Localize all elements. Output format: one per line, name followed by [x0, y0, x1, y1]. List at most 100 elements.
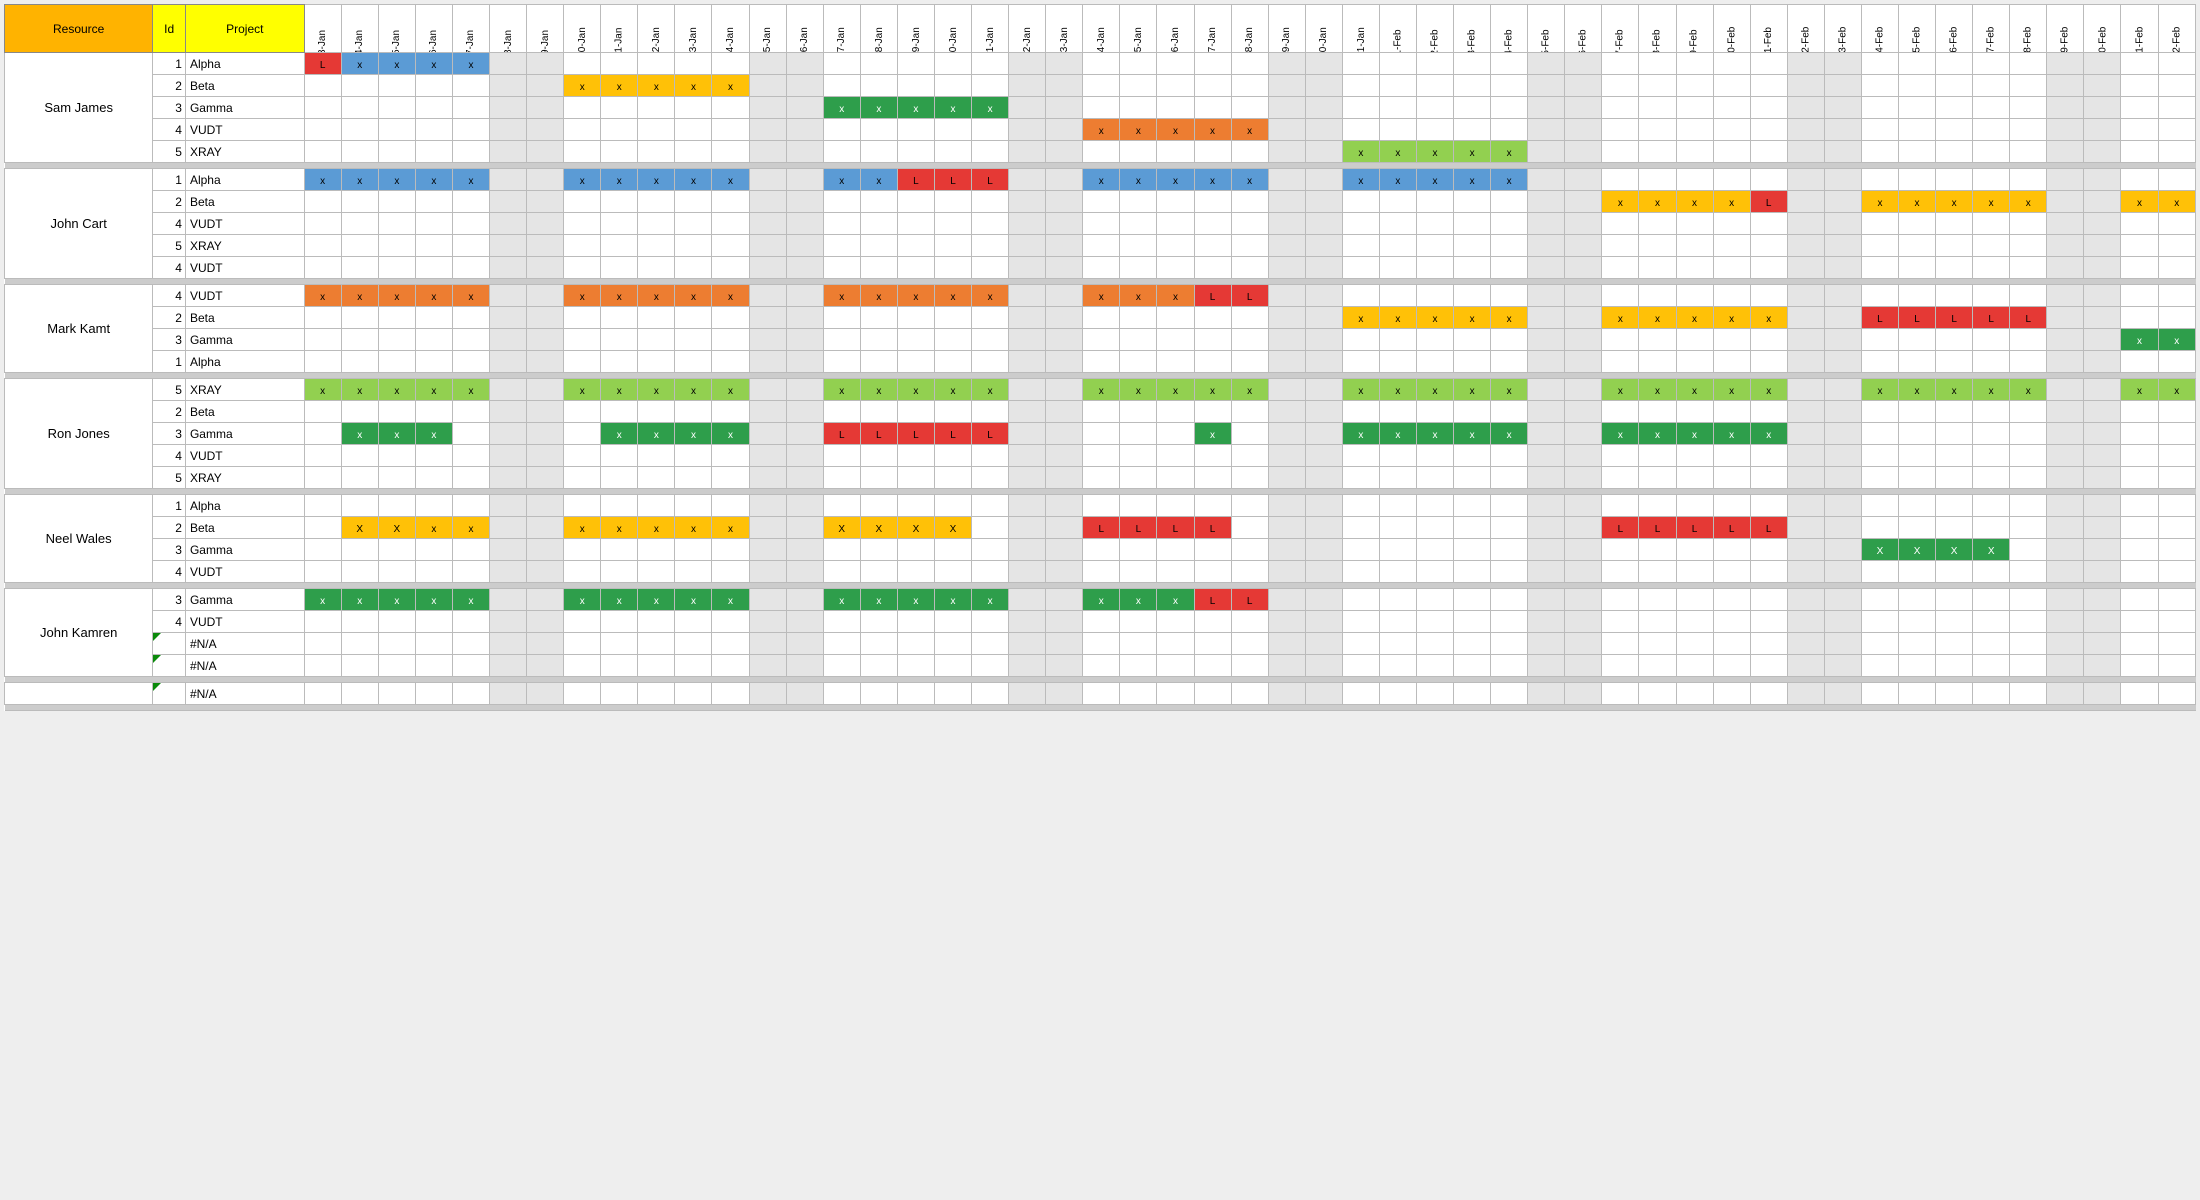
day-cell[interactable]: [415, 495, 452, 517]
day-cell[interactable]: [1009, 611, 1046, 633]
day-cell[interactable]: [1861, 53, 1898, 75]
day-cell[interactable]: [1787, 589, 1824, 611]
project-cell[interactable]: Alpha: [185, 53, 304, 75]
id-cell[interactable]: 4: [153, 257, 186, 279]
day-cell[interactable]: [1713, 539, 1750, 561]
day-cell[interactable]: [1750, 285, 1787, 307]
day-cell[interactable]: [1824, 655, 1861, 677]
day-cell[interactable]: [1936, 141, 1973, 163]
day-cell[interactable]: L: [860, 423, 897, 445]
day-cell[interactable]: [2158, 351, 2195, 373]
day-cell[interactable]: [1750, 75, 1787, 97]
header-date[interactable]: 28-Jan: [1231, 5, 1268, 53]
day-cell[interactable]: [1305, 97, 1342, 119]
day-cell[interactable]: x: [564, 589, 601, 611]
day-cell[interactable]: [1009, 213, 1046, 235]
day-cell[interactable]: [1491, 589, 1528, 611]
day-cell[interactable]: x: [452, 285, 489, 307]
day-cell[interactable]: [527, 633, 564, 655]
day-cell[interactable]: [1342, 561, 1379, 583]
day-cell[interactable]: [1083, 53, 1120, 75]
day-cell[interactable]: [490, 539, 527, 561]
day-cell[interactable]: [1305, 141, 1342, 163]
day-cell[interactable]: [2158, 75, 2195, 97]
day-cell[interactable]: [1898, 517, 1935, 539]
day-cell[interactable]: [1454, 517, 1491, 539]
day-cell[interactable]: [2158, 683, 2195, 705]
day-cell[interactable]: [1454, 611, 1491, 633]
day-cell[interactable]: [2158, 589, 2195, 611]
day-cell[interactable]: [1713, 75, 1750, 97]
day-cell[interactable]: [378, 633, 415, 655]
day-cell[interactable]: x: [341, 285, 378, 307]
day-cell[interactable]: [1268, 423, 1305, 445]
day-cell[interactable]: [638, 611, 675, 633]
day-cell[interactable]: [490, 213, 527, 235]
day-cell[interactable]: x: [1083, 169, 1120, 191]
day-cell[interactable]: [2010, 655, 2047, 677]
day-cell[interactable]: [1565, 379, 1602, 401]
day-cell[interactable]: [1750, 655, 1787, 677]
day-cell[interactable]: [2010, 351, 2047, 373]
day-cell[interactable]: [1713, 633, 1750, 655]
day-cell[interactable]: [1936, 683, 1973, 705]
project-cell[interactable]: VUDT: [185, 119, 304, 141]
day-cell[interactable]: [2084, 169, 2121, 191]
day-cell[interactable]: [1342, 539, 1379, 561]
day-cell[interactable]: [675, 683, 712, 705]
day-cell[interactable]: [341, 75, 378, 97]
day-cell[interactable]: [1861, 495, 1898, 517]
day-cell[interactable]: [1713, 655, 1750, 677]
day-cell[interactable]: x: [601, 589, 638, 611]
day-cell[interactable]: [1565, 611, 1602, 633]
day-cell[interactable]: [1268, 633, 1305, 655]
day-cell[interactable]: [2047, 495, 2084, 517]
day-cell[interactable]: [564, 213, 601, 235]
day-cell[interactable]: [897, 445, 934, 467]
day-cell[interactable]: [1861, 423, 1898, 445]
day-cell[interactable]: [1268, 611, 1305, 633]
day-cell[interactable]: L: [897, 169, 934, 191]
day-cell[interactable]: [1676, 589, 1713, 611]
day-cell[interactable]: [527, 169, 564, 191]
day-cell[interactable]: [304, 655, 341, 677]
day-cell[interactable]: [1305, 655, 1342, 677]
day-cell[interactable]: [1157, 75, 1194, 97]
day-cell[interactable]: [304, 467, 341, 489]
day-cell[interactable]: [934, 75, 971, 97]
day-cell[interactable]: [2158, 285, 2195, 307]
day-cell[interactable]: [934, 191, 971, 213]
day-cell[interactable]: [1305, 445, 1342, 467]
day-cell[interactable]: [1639, 53, 1676, 75]
day-cell[interactable]: [490, 351, 527, 373]
day-cell[interactable]: [972, 401, 1009, 423]
day-cell[interactable]: [1083, 683, 1120, 705]
day-cell[interactable]: [1009, 561, 1046, 583]
day-cell[interactable]: [1416, 539, 1453, 561]
day-cell[interactable]: [1528, 401, 1565, 423]
day-cell[interactable]: [2047, 97, 2084, 119]
day-cell[interactable]: [2084, 589, 2121, 611]
header-date[interactable]: 30-Jan: [1305, 5, 1342, 53]
day-cell[interactable]: [749, 285, 786, 307]
day-cell[interactable]: [564, 683, 601, 705]
day-cell[interactable]: [786, 329, 823, 351]
header-date[interactable]: 4-Jan: [341, 5, 378, 53]
day-cell[interactable]: [786, 379, 823, 401]
day-cell[interactable]: [786, 235, 823, 257]
day-cell[interactable]: [1046, 539, 1083, 561]
day-cell[interactable]: [1009, 655, 1046, 677]
day-cell[interactable]: [601, 611, 638, 633]
day-cell[interactable]: [304, 611, 341, 633]
day-cell[interactable]: [934, 257, 971, 279]
day-cell[interactable]: [638, 191, 675, 213]
day-cell[interactable]: [1231, 517, 1268, 539]
day-cell[interactable]: [1713, 235, 1750, 257]
day-cell[interactable]: [1379, 191, 1416, 213]
header-date[interactable]: 18-Feb: [2010, 5, 2047, 53]
day-cell[interactable]: [1342, 119, 1379, 141]
day-cell[interactable]: [1120, 307, 1157, 329]
day-cell[interactable]: [1454, 633, 1491, 655]
day-cell[interactable]: [860, 561, 897, 583]
table-row[interactable]: 4VUDT: [5, 257, 2196, 279]
